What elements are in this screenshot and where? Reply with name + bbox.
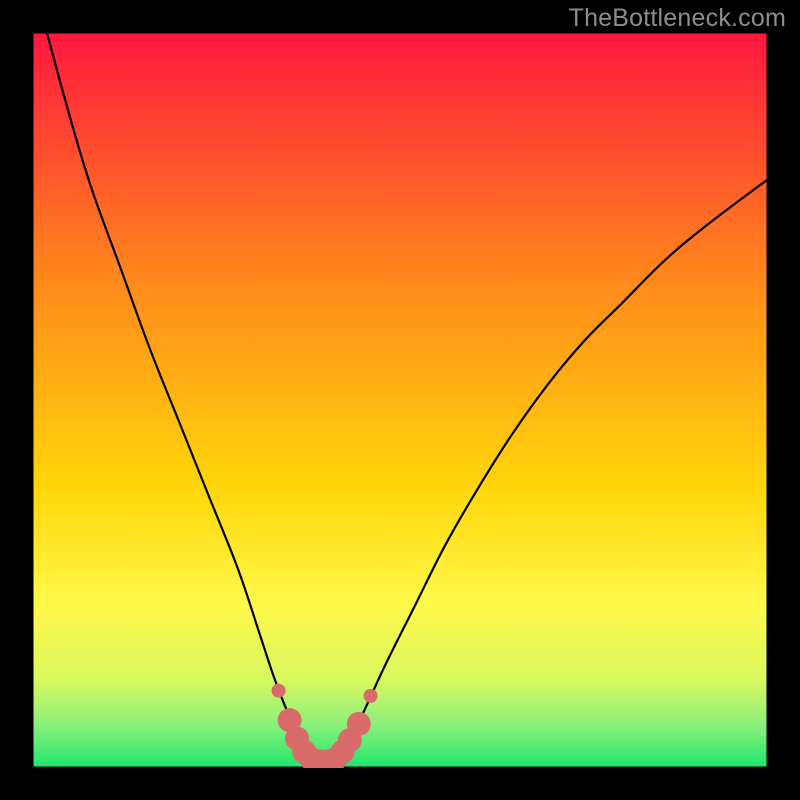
chart-frame: TheBottleneck.com <box>0 0 800 800</box>
plot-area <box>32 32 768 768</box>
highlight-dot <box>347 712 371 736</box>
highlight-dot <box>272 684 286 698</box>
gradient-background <box>33 33 768 768</box>
chart-svg <box>32 32 768 768</box>
watermark-label: TheBottleneck.com <box>569 4 786 33</box>
highlight-dot <box>364 689 378 703</box>
